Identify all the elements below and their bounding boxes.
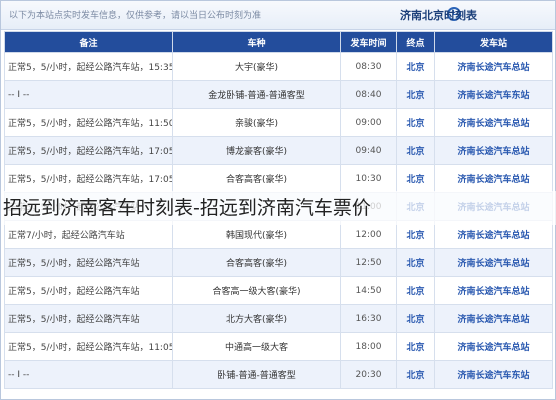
cell-destination: 北京 (396, 248, 435, 277)
cell-remark: 正常5，5/小时，起经公路汽车站，17:05经 (4, 136, 173, 165)
table-header-row: 备注 车种 发车时间 终点 发车站 (4, 31, 553, 53)
cell-bus-type: 合客高客(豪华) (172, 164, 341, 193)
cell-departure-station: 济南长途汽车东站 (434, 360, 553, 389)
table-row: 正常5，5/小时，起经公路汽车站，15:35经 大宇(豪华) 08:30 北京 济南长途… (4, 52, 553, 81)
table-row: 正常5，5/小时，起经公路汽车站 合客高客(豪华) 12:50 北京 济南长途汽车总站 (4, 248, 553, 277)
cell-bus-type: 大宇(豪华) (172, 52, 341, 81)
cell-remark: 正常5，5/小时，起经公路汽车站，11:05经 (4, 332, 173, 361)
cell-remark: 正常5，5/小时，起经公路汽车站 (4, 304, 173, 333)
cell-bus-type: 北方大客(豪华) (172, 304, 341, 333)
cell-bus-type: 博龙豪客(豪华) (172, 136, 341, 165)
panel-title: 济南北京时刻表 (400, 9, 477, 22)
table-row: 正常5，5/小时，起经公路汽车站 北方大客(豪华) 16:30 北京 济南长途汽车总站 (4, 304, 553, 333)
cell-departure-station: 济南长途汽车总站 (434, 108, 553, 137)
cell-departure-station: 济南长途汽车总站 (434, 332, 553, 361)
cell-departure-time: 18:00 (340, 332, 397, 361)
cell-departure-time: 12:50 (340, 248, 397, 277)
cell-remark: 正常5，5/小时，起经公路汽车站 (4, 276, 173, 305)
cell-departure-time: 14:50 (340, 276, 397, 305)
cell-departure-station: 济南长途汽车总站 (434, 276, 553, 305)
cell-departure-time: 09:40 (340, 136, 397, 165)
cell-destination: 北京 (396, 164, 435, 193)
overlay-title: 招远到济南客车时刻表-招远到济南汽车票价 (1, 191, 556, 225)
cell-departure-station: 济南长途汽车总站 (434, 304, 553, 333)
cell-bus-type: 中通高一级大客 (172, 332, 341, 361)
header-notice: 以下为本站点实时发车信息，仅供参考，请以当日公布时刻为准 (9, 11, 262, 21)
cell-departure-time: 09:00 (340, 108, 397, 137)
cell-departure-time: 08:30 (340, 52, 397, 81)
cell-departure-time: 10:30 (340, 164, 397, 193)
cell-departure-time: 20:30 (340, 360, 397, 389)
cell-departure-time: 08:40 (340, 80, 397, 109)
cell-remark: 正常5，5/小时，起经公路汽车站，17:05经 (4, 164, 173, 193)
column-header-time: 发车时间 (340, 31, 397, 53)
table-row: 正常5，5/小时，起经公路汽车站，17:05经 博龙豪客(豪华) 09:40 北京 济南… (4, 136, 553, 165)
cell-departure-station: 济南长途汽车总站 (434, 52, 553, 81)
cell-destination: 北京 (396, 304, 435, 333)
cell-destination: 北京 (396, 332, 435, 361)
cell-destination: 北京 (396, 80, 435, 109)
cell-destination: 北京 (396, 360, 435, 389)
cell-destination: 北京 (396, 276, 435, 305)
cell-bus-type: 合客高客(豪华) (172, 248, 341, 277)
column-header-dest: 终点 (396, 31, 435, 53)
cell-departure-station: 济南长途汽车总站 (434, 248, 553, 277)
cell-remark: 正常5，5/小时，起经公路汽车站，15:35经 (4, 52, 173, 81)
cell-destination: 北京 (396, 52, 435, 81)
cell-remark: 正常5，5/小时，起经公路汽车站 (4, 248, 173, 277)
cell-remark: -- I -- (4, 80, 173, 109)
cell-bus-type: 亲骏(豪华) (172, 108, 341, 137)
table-row: -- I -- 金龙卧铺-普通-普通客型 08:40 北京 济南长途汽车东站 (4, 80, 553, 109)
cell-departure-station: 济南长途汽车总站 (434, 164, 553, 193)
column-header-from: 发车站 (434, 31, 553, 53)
table-row: 正常5，5/小时，起经公路汽车站，11:05经 中通高一级大客 18:00 北京 济南长… (4, 332, 553, 361)
cell-destination: 北京 (396, 108, 435, 137)
cell-bus-type: 合客高一级大客(豪华) (172, 276, 341, 305)
cell-departure-station: 济南长途汽车总站 (434, 136, 553, 165)
panel-header: 以下为本站点实时发车信息，仅供参考，请以当日公布时刻为准 济南北京时刻表 (1, 1, 555, 30)
table-row: -- I -- 卧铺-普通-普通客型 20:30 北京 济南长途汽车东站 (4, 360, 553, 389)
schedule-panel: 以下为本站点实时发车信息，仅供参考，请以当日公布时刻为准 济南北京时刻表 备注 … (0, 0, 556, 400)
cell-destination: 北京 (396, 136, 435, 165)
table-row: 正常5，5/小时，起经公路汽车站，11:50经 亲骏(豪华) 09:00 北京 济南长途… (4, 108, 553, 137)
table-row: 正常5，5/小时，起经公路汽车站，17:05经 合客高客(豪华) 10:30 北京 济南… (4, 164, 553, 193)
cell-bus-type: 卧铺-普通-普通客型 (172, 360, 341, 389)
column-header-type: 车种 (172, 31, 341, 53)
table-row: 正常5，5/小时，起经公路汽车站 合客高一级大客(豪华) 14:50 北京 济南长途汽车… (4, 276, 553, 305)
cell-bus-type: 金龙卧铺-普通-普通客型 (172, 80, 341, 109)
cell-remark: -- I -- (4, 360, 173, 389)
cell-departure-time: 16:30 (340, 304, 397, 333)
cell-remark: 正常5，5/小时，起经公路汽车站，11:50经 (4, 108, 173, 137)
cell-departure-station: 济南长途汽车东站 (434, 80, 553, 109)
column-header-remark: 备注 (4, 31, 173, 53)
